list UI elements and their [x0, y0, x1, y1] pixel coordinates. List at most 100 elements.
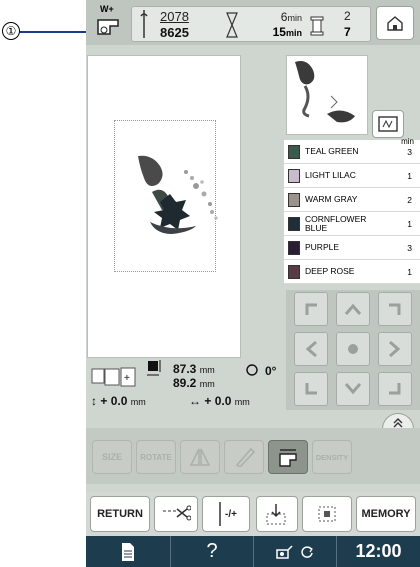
hourglass-icon: [226, 12, 238, 38]
vertical-offset: ↕ + 0.0 mm: [91, 394, 146, 408]
color-minutes: 1: [407, 267, 412, 277]
color-swatch: [288, 265, 300, 279]
v-offset-number: 0.0: [110, 394, 128, 408]
color-swatch: [288, 193, 300, 207]
color-name: LIGHT LILAC: [305, 170, 356, 180]
bobbin-settings-button[interactable]: [254, 536, 336, 567]
thread-color-row: CORNFLOWER BLUE 1: [284, 212, 420, 236]
callout-number: ①: [2, 22, 20, 40]
height-number: 87.3: [173, 362, 197, 376]
time-total: 15: [272, 25, 286, 39]
color-total: 7: [344, 25, 351, 39]
move-down-button[interactable]: [336, 372, 370, 406]
thread-color-row: LIGHT LILAC 1: [284, 164, 420, 188]
color-minutes: 1: [407, 219, 412, 229]
size-button[interactable]: SIZE: [92, 440, 132, 474]
manual-button[interactable]: [86, 536, 170, 567]
color-minutes: 3: [407, 243, 412, 253]
basting-button[interactable]: [154, 496, 198, 532]
thread-color-row: TEAL GREEN 3: [284, 140, 420, 164]
color-name: DEEP ROSE: [305, 266, 355, 276]
color-name: PURPLE: [305, 242, 340, 252]
home-icon: [387, 16, 403, 31]
memory-button[interactable]: MEMORY: [356, 496, 416, 532]
mirror-button[interactable]: [180, 440, 220, 474]
thread-color-row: DEEP ROSE 1: [284, 260, 420, 284]
chevron-up-icon: [344, 303, 362, 315]
width-number: 89.2: [173, 376, 197, 390]
thread-color-row: PURPLE 3: [284, 236, 420, 260]
document-icon: [122, 542, 134, 561]
help-button[interactable]: ?: [171, 536, 253, 567]
action-button-row: RETURN -/+ MEMORY: [86, 492, 420, 536]
clock: 12:00: [355, 541, 402, 561]
height-unit: mm: [199, 365, 215, 375]
thread-color-change-button[interactable]: [224, 440, 264, 474]
status-bar: ? 12:00: [86, 536, 420, 567]
thread-color-list: min TEAL GREEN 3 LIGHT LILAC 1 WARM GRAY…: [284, 137, 420, 284]
time-unit: min: [287, 13, 302, 23]
move-up-right-button[interactable]: [378, 292, 412, 326]
thumbnail-pattern: [295, 61, 355, 123]
color-minutes: 3: [407, 147, 412, 157]
move-arrow-pad: [286, 290, 420, 410]
move-center-button[interactable]: [336, 332, 370, 366]
rotate-angle-icon: [246, 364, 258, 376]
color-current: 2: [344, 9, 351, 23]
h-offset-number: 0.0: [214, 394, 232, 408]
width-value: 89.2 mm: [173, 376, 215, 390]
scissors-icon: [163, 505, 191, 521]
home-button[interactable]: [376, 6, 414, 40]
h-offset-unit: mm: [234, 397, 250, 407]
hoop-size-icon: +: [91, 367, 136, 387]
frame-view-icon: [378, 116, 398, 132]
chevron-right-icon: [389, 340, 401, 358]
embroidery-foot-icon: [279, 449, 297, 467]
color-minutes: 2: [407, 195, 412, 205]
corner-up-left-icon: [305, 303, 317, 315]
move-right-button[interactable]: [378, 332, 412, 366]
double-chevron-up-icon: [393, 417, 403, 427]
color-name: CORNFLOWER BLUE: [305, 214, 367, 233]
pencil-icon: [235, 447, 255, 467]
return-button[interactable]: RETURN: [90, 496, 150, 532]
thread-color-row: WARM GRAY 2: [284, 188, 420, 212]
move-down-right-button[interactable]: [378, 372, 412, 406]
angle-value: 0°: [265, 364, 277, 378]
chevron-left-icon: [305, 340, 317, 358]
starting-point-icon: [266, 504, 286, 525]
pattern-dimensions: + 87.3 mm 0° 89.2 mm ↕ + 0.0 mm ↔ + 0.0 …: [91, 360, 291, 420]
corner-down-left-icon: [305, 383, 317, 395]
trial-button[interactable]: [302, 496, 352, 532]
move-up-left-button[interactable]: [294, 292, 328, 326]
stitch-forward-back-label: -/+: [225, 508, 237, 520]
chevron-down-icon: [344, 383, 362, 395]
color-swatch: [288, 241, 300, 255]
rotate-button[interactable]: ROTATE: [136, 440, 176, 474]
v-offset-unit: mm: [130, 397, 146, 407]
edit-tool-row: SIZE ROTATE DENSITY: [86, 428, 420, 484]
time-total-row: 15min: [246, 25, 302, 39]
color-name: WARM GRAY: [305, 194, 358, 204]
move-down-left-button[interactable]: [294, 372, 328, 406]
thread-spool-icon: [310, 16, 324, 36]
move-left-button[interactable]: [294, 332, 328, 366]
top-bar: W+ 2078 8625 6min 15min 2 7: [86, 0, 420, 45]
presser-foot-button[interactable]: [268, 440, 308, 474]
width-unit: mm: [199, 379, 215, 389]
needle-small-icon: [219, 502, 221, 526]
stitch-forward-back-button[interactable]: -/+: [202, 496, 250, 532]
color-minutes: 1: [407, 171, 412, 181]
stitch-info-panel: 2078 8625 6min 15min 2 7: [131, 6, 371, 42]
move-up-button[interactable]: [336, 292, 370, 326]
trial-frame-icon: [318, 506, 336, 522]
time-unit-total: min: [285, 28, 302, 38]
embroidery-canvas[interactable]: [87, 55, 241, 358]
presser-foot-icon: W+: [92, 4, 126, 40]
frame-view-button[interactable]: [372, 110, 404, 138]
machine-icon: [276, 544, 293, 559]
density-button[interactable]: DENSITY: [312, 440, 352, 474]
refresh-icon: [301, 545, 313, 558]
starting-point-button[interactable]: [256, 496, 298, 532]
corner-up-right-icon: [389, 303, 401, 315]
